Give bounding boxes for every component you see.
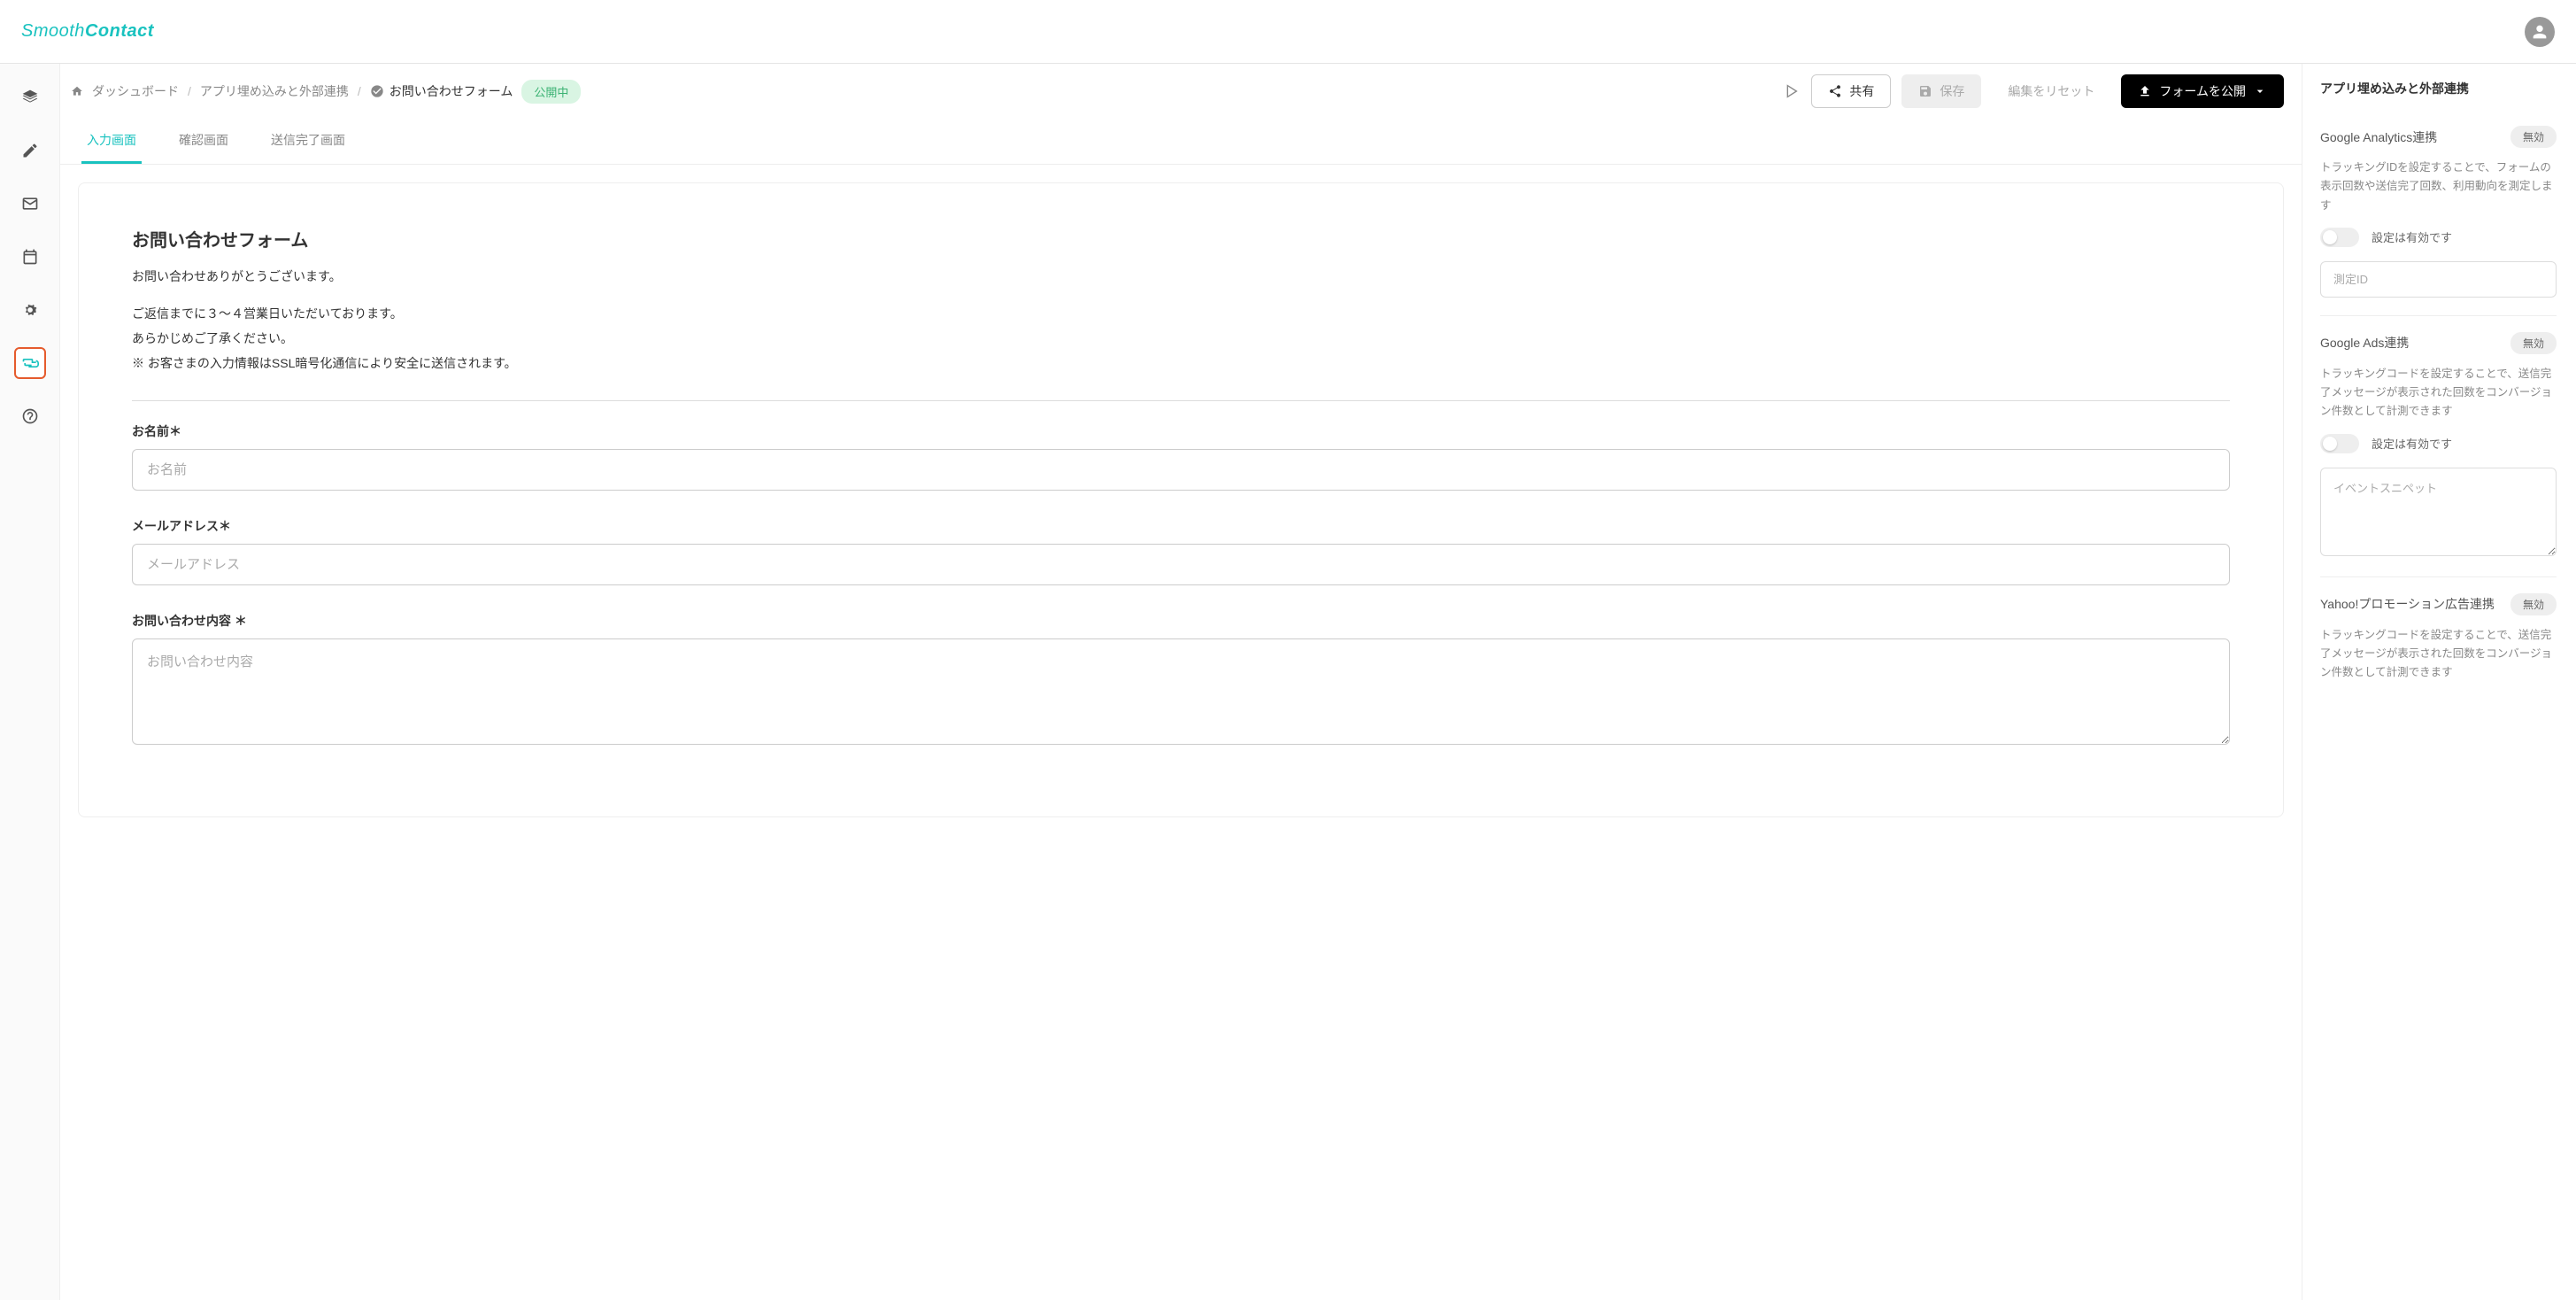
canvas-scroll[interactable]: お問い合わせフォーム お問い合わせありがとうございます。 ご返信までに３〜４営業…	[60, 165, 2302, 1300]
sidebar-item-edit[interactable]	[14, 135, 46, 166]
gads-title: Google Ads連携	[2320, 334, 2409, 352]
tab-done[interactable]: 送信完了画面	[266, 119, 351, 164]
sidebar-item-layers[interactable]	[14, 81, 46, 113]
logo-part1: Smooth	[21, 21, 85, 41]
yahoo-badge: 無効	[2510, 593, 2557, 615]
integration-icon	[21, 354, 39, 372]
form-desc-line1: お問い合わせありがとうございます。	[132, 264, 2230, 289]
right-panel-title: アプリ埋め込みと外部連携	[2302, 64, 2576, 110]
logo[interactable]: SmoothContact	[21, 21, 154, 42]
mail-icon	[21, 195, 39, 213]
status-badge: 公開中	[521, 80, 581, 104]
form-description: お問い合わせありがとうございます。 ご返信までに３〜４営業日いただいております。…	[132, 264, 2230, 375]
breadcrumb-sep: /	[188, 84, 191, 98]
top-bar: SmoothContact	[0, 0, 2576, 64]
user-icon	[2530, 22, 2549, 42]
section-yahoo: Yahoo!プロモーション広告連携 無効 トラッキングコードを設定することで、送…	[2320, 576, 2557, 713]
crumb-current: お問い合わせフォーム	[370, 82, 513, 100]
email-input[interactable]	[132, 544, 2230, 585]
sidebar-item-mail[interactable]	[14, 188, 46, 220]
share-icon	[1828, 84, 1842, 98]
check-circle-icon	[370, 84, 384, 98]
gear-icon	[21, 301, 39, 319]
play-icon	[1781, 81, 1801, 101]
yahoo-desc: トラッキングコードを設定することで、送信完了メッセージが表示された回数をコンバー…	[2320, 626, 2557, 683]
crumb-dashboard[interactable]: ダッシュボード	[92, 82, 179, 100]
form-desc-line3: あらかじめご了承ください。	[132, 326, 2230, 351]
chevron-down-icon	[2253, 84, 2267, 98]
logo-part2: Contact	[85, 21, 154, 41]
email-label: メールアドレス＊	[132, 517, 2230, 535]
ga-toggle-label: 設定は有効です	[2372, 228, 2452, 245]
yahoo-title: Yahoo!プロモーション広告連携	[2320, 595, 2495, 613]
upload-icon	[2138, 84, 2152, 98]
field-inquiry: お問い合わせ内容 ＊	[132, 612, 2230, 747]
layers-icon	[21, 89, 39, 106]
ga-desc: トラッキングIDを設定することで、フォームの表示回数や送信完了回数、利用動向を測…	[2320, 159, 2557, 215]
form-desc-line4: ※ お客さまの入力情報はSSL暗号化通信により安全に送信されます。	[132, 351, 2230, 375]
right-panel: アプリ埋め込みと外部連携 Google Analytics連携 無効 トラッキン…	[2302, 64, 2576, 1300]
breadcrumb: ダッシュボード / アプリ埋め込みと外部連携 / お問い合わせフォーム 公開中	[71, 80, 1770, 104]
play-button[interactable]	[1781, 81, 1801, 101]
tab-input[interactable]: 入力画面	[81, 119, 142, 164]
sidebar-item-integration[interactable]	[14, 347, 46, 379]
publish-label: フォームを公開	[2159, 82, 2246, 100]
gads-toggle-label: 設定は有効です	[2372, 435, 2452, 452]
share-label: 共有	[1849, 82, 1874, 100]
save-button: 保存	[1901, 74, 1981, 108]
reset-button[interactable]: 編集をリセット	[1992, 75, 2110, 107]
gads-desc: トラッキングコードを設定することで、送信完了メッセージが表示された回数をコンバー…	[2320, 365, 2557, 422]
inquiry-textarea[interactable]	[132, 638, 2230, 745]
save-icon	[1918, 84, 1932, 98]
ga-measurement-id-input[interactable]	[2320, 261, 2557, 298]
breadcrumb-sep: /	[358, 84, 361, 98]
form-desc-line2: ご返信までに３〜４営業日いただいております。	[132, 301, 2230, 326]
help-icon	[21, 407, 39, 425]
sidebar	[0, 64, 60, 1300]
tab-confirm[interactable]: 確認画面	[174, 119, 234, 164]
ga-badge: 無効	[2510, 126, 2557, 148]
crumb-embed[interactable]: アプリ埋め込みと外部連携	[200, 82, 349, 100]
home-icon	[71, 85, 83, 97]
field-email: メールアドレス＊	[132, 517, 2230, 585]
pencil-icon	[21, 142, 39, 159]
name-label: お名前＊	[132, 422, 2230, 440]
section-ga: Google Analytics連携 無効 トラッキングIDを設定することで、フ…	[2320, 110, 2557, 315]
sidebar-item-settings[interactable]	[14, 294, 46, 326]
crumb-current-label: お問い合わせフォーム	[389, 82, 513, 100]
reset-label: 編集をリセット	[2008, 82, 2094, 100]
sidebar-item-help[interactable]	[14, 400, 46, 432]
header-row: ダッシュボード / アプリ埋め込みと外部連携 / お問い合わせフォーム 公開中 …	[60, 64, 2302, 119]
ga-toggle[interactable]	[2320, 228, 2359, 247]
avatar[interactable]	[2525, 17, 2555, 47]
name-input[interactable]	[132, 449, 2230, 491]
sidebar-item-calendar[interactable]	[14, 241, 46, 273]
form-title: お問い合わせフォーム	[132, 226, 2230, 251]
divider	[132, 400, 2230, 401]
save-label: 保存	[1940, 82, 1964, 100]
gads-badge: 無効	[2510, 332, 2557, 354]
tabs: 入力画面 確認画面 送信完了画面	[60, 119, 2302, 165]
main: ダッシュボード / アプリ埋め込みと外部連携 / お問い合わせフォーム 公開中 …	[60, 64, 2302, 1300]
publish-button[interactable]: フォームを公開	[2121, 74, 2284, 108]
calendar-icon	[21, 248, 39, 266]
gads-toggle[interactable]	[2320, 434, 2359, 453]
inquiry-label: お問い合わせ内容 ＊	[132, 612, 2230, 630]
field-name: お名前＊	[132, 422, 2230, 491]
share-button[interactable]: 共有	[1811, 74, 1891, 108]
right-panel-scroll[interactable]: Google Analytics連携 無効 トラッキングIDを設定することで、フ…	[2302, 110, 2576, 1300]
gads-snippet-textarea[interactable]	[2320, 468, 2557, 556]
ga-title: Google Analytics連携	[2320, 128, 2437, 146]
form-card: お問い合わせフォーム お問い合わせありがとうございます。 ご返信までに３〜４営業…	[78, 182, 2284, 817]
section-gads: Google Ads連携 無効 トラッキングコードを設定することで、送信完了メッ…	[2320, 315, 2557, 576]
